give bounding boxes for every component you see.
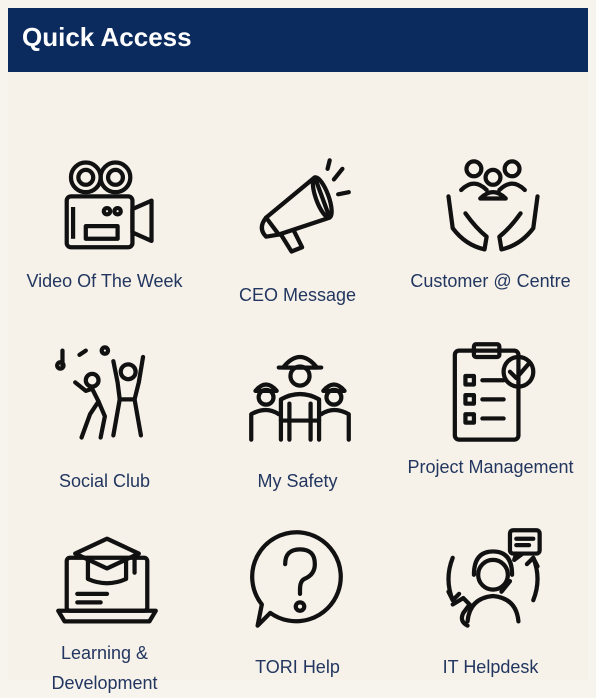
headset-support-icon — [440, 526, 546, 632]
panel-header: Quick Access — [8, 8, 588, 72]
tile-label: Video Of The Week — [26, 271, 183, 291]
customer-hands-icon — [440, 154, 546, 260]
tile-tori-help[interactable]: TORI Help — [201, 480, 394, 677]
video-camera-icon — [54, 154, 160, 260]
tile-label: Learning & Development — [51, 643, 158, 693]
tile-ceo-message[interactable]: CEO Message — [201, 108, 394, 305]
safety-workers-icon — [247, 340, 353, 446]
clipboard-check-icon — [440, 340, 546, 446]
dancing-people-icon — [54, 340, 160, 446]
tile-label: Project Management — [407, 457, 574, 477]
megaphone-icon — [247, 154, 353, 260]
tile-my-safety[interactable]: My Safety — [201, 294, 394, 491]
laptop-graduation-cap-icon — [54, 526, 160, 632]
quick-access-grid: Video Of The Week CEO Message Customer @… — [8, 72, 588, 693]
tile-project-management[interactable]: Project Management — [394, 294, 587, 490]
tile-it-helpdesk[interactable]: IT Helpdesk — [394, 480, 587, 677]
tile-label: TORI Help — [255, 657, 340, 677]
panel-title: Quick Access — [22, 22, 192, 52]
tile-learning-development[interactable]: Learning & Development — [8, 480, 201, 693]
tile-social-club[interactable]: Social Club — [8, 294, 201, 491]
tile-label: Customer @ Centre — [410, 271, 571, 291]
quick-access-panel: Quick Access Video Of The Week CEO Messa… — [8, 8, 588, 693]
tile-label: IT Helpdesk — [442, 657, 539, 677]
tile-video-of-the-week[interactable]: Video Of The Week — [8, 108, 201, 304]
tile-customer-centre[interactable]: Customer @ Centre — [394, 108, 587, 304]
question-bubble-icon — [247, 526, 353, 632]
